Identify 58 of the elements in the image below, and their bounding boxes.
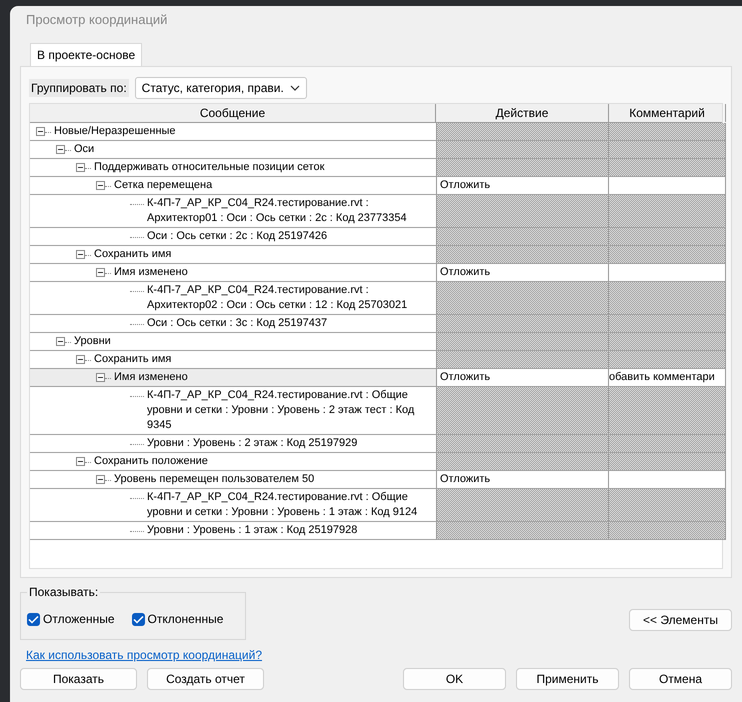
table-row[interactable]: Поддерживать относительные позиции сеток xyxy=(30,159,436,177)
table-row[interactable]: Оси xyxy=(30,141,436,159)
show-label: Показывать: xyxy=(27,585,100,599)
table-row[interactable]: Сохранить имя xyxy=(30,246,436,264)
help-link[interactable]: Как использовать просмотр координаций? xyxy=(26,648,262,662)
message-text: К-4П-7_АР_КР_С04_R24.тестирование.rvt : Архитектор02 : Оси : Ось сетки : 12 : Код 25703021 xyxy=(147,283,408,313)
message-text: Уровень перемещен пользователем 50 xyxy=(114,472,316,487)
table-row[interactable]: Сетка перемещена xyxy=(30,177,436,195)
action-cell[interactable]: Отложить xyxy=(436,471,609,489)
checkbox-label: Отложенные xyxy=(43,612,114,626)
table-row[interactable]: Уровни : Уровень : 2 этаж : Код 25197929 xyxy=(30,435,436,453)
tab[interactable]: В проекте-основе xyxy=(30,43,142,66)
table-row[interactable]: Уровень перемещен пользователем 50 xyxy=(30,471,436,489)
table-row[interactable]: Сохранить положение xyxy=(30,453,436,471)
message-text: Поддерживать относительные позиции сеток xyxy=(94,160,326,175)
window-title: Просмотр координаций xyxy=(25,11,168,29)
message-text: Уровни : Уровень : 2 этаж : Код 25197929 xyxy=(147,436,358,451)
dialog-button[interactable]: Отмена xyxy=(629,668,732,690)
column-header[interactable]: Сообщение xyxy=(30,104,436,122)
action-cell[interactable]: Отложить xyxy=(436,369,609,387)
table-row[interactable]: К-4П-7_АР_КР_С04_R24.тестирование.rvt : Архитектор02 : Оси : Ось сетки : 12 : Код 25703021 xyxy=(30,282,436,315)
message-text: Оси : Ось сетки : 2с : Код 25197426 xyxy=(147,229,328,244)
column-header[interactable]: Комментарий xyxy=(609,104,726,122)
table-row[interactable]: Уровни : Уровень : 1 этаж : Код 25197928 xyxy=(30,522,436,540)
dialog-button[interactable]: Применить xyxy=(516,668,619,690)
dialog-button[interactable]: Создать отчет xyxy=(147,668,264,690)
message-text: К-4П-7_АР_КР_С04_R24.тестирование.rvt : Общие уровни и сетки : Уровни : Уровень : 2 этаж тест : Код 9345 xyxy=(147,388,416,433)
message-text: К-4П-7_АР_КР_С04_R24.тестирование.rvt : Архитектор01 : Оси : Ось сетки : 2с : Код 23773354 xyxy=(147,196,408,226)
table-row[interactable]: Оси : Ось сетки : 2с : Код 25197426 xyxy=(30,228,436,246)
table-row[interactable]: Уровни xyxy=(30,333,436,351)
message-text: Сохранить имя xyxy=(94,247,172,262)
checkbox-label: Отклоненные xyxy=(148,612,224,626)
message-text: Оси : Ось сетки : 3с : Код 25197437 xyxy=(147,316,328,331)
message-text: К-4П-7_АР_КР_С04_R24.тестирование.rvt : Общие уровни и сетки : Уровни : Уровень : 1 этаж : Код 9124 xyxy=(147,490,418,520)
message-text: Уровни : Уровень : 1 этаж : Код 25197928 xyxy=(147,523,358,538)
group-by-label: Группировать по: xyxy=(29,79,129,97)
table-row[interactable]: К-4П-7_АР_КР_С04_R24.тестирование.rvt : Архитектор01 : Оси : Ось сетки : 2с : Код 23773354 xyxy=(30,195,436,228)
table-row[interactable]: Имя изменено xyxy=(30,264,436,282)
message-text: Оси xyxy=(74,142,96,157)
message-text: Имя изменено xyxy=(114,265,189,280)
message-text: Новые/Неразрешенные xyxy=(54,124,177,139)
comment-cell[interactable]: обавить комментари xyxy=(609,369,726,387)
dialog-button[interactable]: OK xyxy=(403,668,506,690)
message-text: Имя изменено xyxy=(114,370,189,385)
message-text: Уровни xyxy=(74,334,112,349)
elements-button[interactable]: << Элементы xyxy=(629,609,732,631)
action-cell[interactable]: Отложить xyxy=(436,177,609,195)
table-row[interactable]: Оси : Ось сетки : 3с : Код 25197437 xyxy=(30,315,436,333)
action-cell[interactable]: Отложить xyxy=(436,264,609,282)
table-row[interactable]: Имя изменено xyxy=(30,369,436,387)
message-text: Сохранить положение xyxy=(94,454,209,469)
table-row[interactable]: К-4П-7_АР_КР_С04_R24.тестирование.rvt : Общие уровни и сетки : Уровни : Уровень : 1 этаж : Код 9124 xyxy=(30,489,436,522)
message-text: Сетка перемещена xyxy=(114,178,214,193)
table-row[interactable]: Новые/Неразрешенные xyxy=(30,123,436,141)
dialog-button[interactable]: Показать xyxy=(20,668,137,690)
message-text: Сохранить имя xyxy=(94,352,172,367)
column-header[interactable]: Действие xyxy=(436,104,609,122)
group-by-dropdown[interactable]: Статус, категория, прави. xyxy=(134,77,307,99)
